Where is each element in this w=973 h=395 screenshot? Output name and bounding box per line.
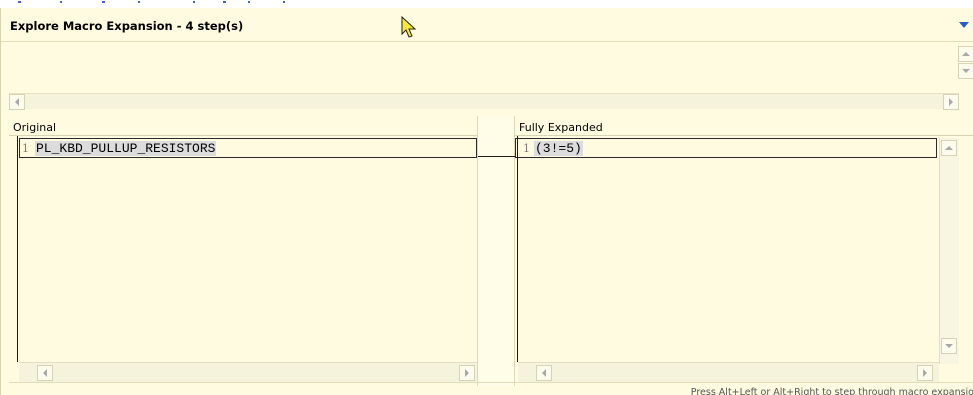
expanded-code-line[interactable]: 1 (3!=5) <box>515 138 937 158</box>
preview-vertical-scrollbar[interactable] <box>958 46 973 93</box>
title-bar: Explore Macro Expansion - 4 step(s) <box>1 8 973 42</box>
original-pane-header: Original <box>9 119 477 136</box>
line-number: 1 <box>523 142 530 155</box>
original-header-label: Original <box>13 121 57 134</box>
scroll-down-button[interactable] <box>941 338 957 354</box>
underlying-editor-fragment <box>18 0 288 4</box>
scroll-left-button[interactable] <box>536 365 552 381</box>
original-horizontal-scrollbar[interactable] <box>19 362 477 382</box>
original-code-view[interactable]: 1 PL_KBD_PULLUP_RESISTORS <box>19 138 477 362</box>
step-preview-area[interactable] <box>9 46 959 93</box>
scroll-up-button[interactable] <box>958 46 973 62</box>
scroll-left-button[interactable] <box>37 365 53 381</box>
status-hint: Press Alt+Left or Alt+Right to step thro… <box>690 387 973 395</box>
expanded-header-label: Fully Expanded <box>519 121 603 134</box>
expanded-pane-header: Fully Expanded <box>515 119 973 136</box>
expanded-horizontal-scrollbar[interactable] <box>518 362 939 382</box>
macro-expansion-popup: Explore Macro Expansion - 4 step(s) Orig… <box>0 8 973 395</box>
scroll-left-button[interactable] <box>9 94 25 110</box>
line-connector <box>478 156 515 157</box>
original-code-line[interactable]: 1 PL_KBD_PULLUP_RESISTORS <box>19 138 477 158</box>
mouse-pointer-icon <box>401 16 417 38</box>
expanded-code-view[interactable]: 1 (3!=5) <box>515 138 939 362</box>
preview-horizontal-scrollbar[interactable] <box>9 93 959 110</box>
original-pane-border <box>17 136 18 362</box>
expanded-pane-border <box>517 136 518 362</box>
scroll-right-button[interactable] <box>917 365 933 381</box>
scroll-right-button[interactable] <box>459 365 475 381</box>
popup-title: Explore Macro Expansion - 4 step(s) <box>10 19 244 33</box>
expanded-code-text[interactable]: (3!=5) <box>534 141 583 156</box>
line-number: 1 <box>22 142 29 155</box>
scroll-right-button[interactable] <box>943 94 959 110</box>
original-code-text[interactable]: PL_KBD_PULLUP_RESISTORS <box>35 141 217 156</box>
status-bar: Press Alt+Left or Alt+Right to step thro… <box>9 382 973 395</box>
chevron-down-icon[interactable] <box>959 22 969 28</box>
scroll-down-button[interactable] <box>958 63 973 79</box>
scroll-up-button[interactable] <box>941 140 957 156</box>
expanded-vertical-scrollbar[interactable] <box>939 138 959 364</box>
